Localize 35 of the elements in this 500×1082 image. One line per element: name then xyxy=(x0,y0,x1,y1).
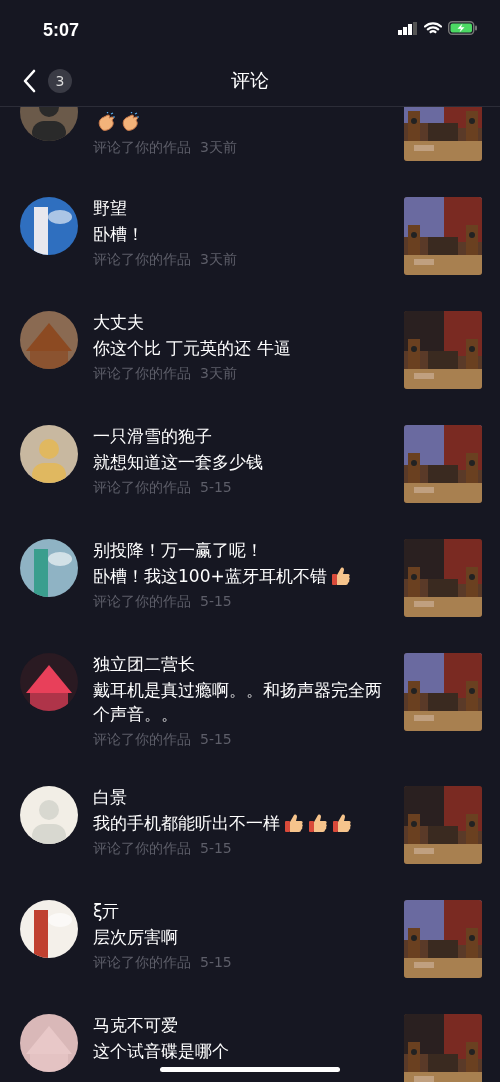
activity-text: 评论了你的作品 xyxy=(93,839,191,858)
user-name[interactable]: 马克不可爱 xyxy=(93,1014,392,1036)
user-name[interactable]: 一只滑雪的狍子 xyxy=(93,425,392,447)
user-name[interactable]: 独立团二营长 xyxy=(93,653,392,675)
timestamp: 5-15 xyxy=(200,730,232,749)
activity-text: 评论了你的作品 xyxy=(93,364,191,383)
comment-text: 卧槽！我这100+蓝牙耳机不错 xyxy=(93,565,327,588)
unread-count-badge: 3 xyxy=(48,69,72,93)
timestamp: 5-15 xyxy=(200,478,232,497)
comment-text: 卧槽！ xyxy=(93,223,144,246)
activity-text: 评论了你的作品 xyxy=(93,953,191,972)
activity-text: 评论了你的作品 xyxy=(93,138,191,157)
comment-text: 层次厉害啊 xyxy=(93,926,178,949)
activity-text: 评论了你的作品 xyxy=(93,592,191,611)
timestamp: 3天前 xyxy=(200,250,237,269)
timestamp: 5-15 xyxy=(200,839,232,858)
timestamp: 3天前 xyxy=(200,138,237,157)
user-name[interactable]: 别投降！万一赢了呢！ xyxy=(93,539,392,561)
page-title: 评论 xyxy=(231,68,269,93)
user-name[interactable]: 白景 xyxy=(93,786,392,808)
comment-text: 戴耳机是真过瘾啊。。和扬声器完全两个声音。。 xyxy=(93,679,383,726)
timestamp: 5-15 xyxy=(200,592,232,611)
timestamp: 3天前 xyxy=(200,364,237,383)
timestamp: 5-15 xyxy=(200,953,232,972)
user-name[interactable]: 大丈夫 xyxy=(93,311,392,333)
activity-text: 评论了你的作品 xyxy=(93,478,191,497)
comment-text: 这个试音碟是哪个 xyxy=(93,1040,229,1063)
comment-text: 就想知道这一套多少钱 xyxy=(93,451,263,474)
user-name[interactable]: 野望 xyxy=(93,197,392,219)
status-time: 5:07 xyxy=(43,18,80,41)
comment-text: 我的手机都能听出不一样 xyxy=(93,812,280,835)
comment-text: 你这个比 丁元英的还 牛逼 xyxy=(93,337,291,360)
activity-text: 评论了你的作品 xyxy=(93,250,191,269)
user-name[interactable]: ξ亓 xyxy=(93,900,392,922)
activity-text: 评论了你的作品 xyxy=(93,730,191,749)
